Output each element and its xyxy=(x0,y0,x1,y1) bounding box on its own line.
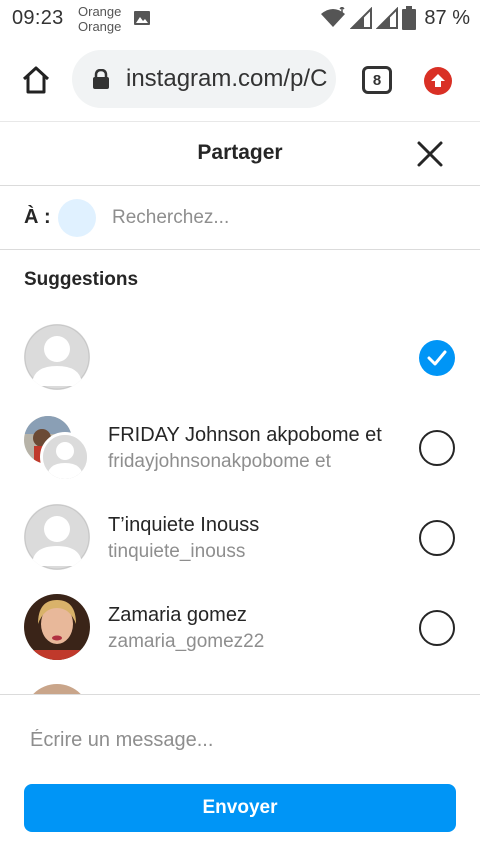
select-radio[interactable] xyxy=(419,610,455,646)
suggestion-row[interactable]: Zamaria gomez zamaria_gomez22 xyxy=(0,580,480,670)
suggestion-names: FRIDAY Johnson akpobome et fridayjohnson… xyxy=(108,422,398,475)
send-button[interactable]: Envoyer xyxy=(24,784,456,832)
suggestions-list: FRIDAY Johnson akpobome et fridayjohnson… xyxy=(0,310,480,694)
battery-level: 87 % xyxy=(424,6,470,29)
extension-button[interactable] xyxy=(424,67,452,95)
carrier-line-2: Orange xyxy=(78,19,122,34)
close-icon[interactable] xyxy=(414,138,446,170)
lock-icon xyxy=(93,69,109,89)
battery-icon xyxy=(402,6,417,30)
select-radio[interactable] xyxy=(419,520,455,556)
search-input[interactable] xyxy=(112,204,442,232)
full-name: FRIDAY Johnson akpobome et xyxy=(108,424,382,446)
checkmark-icon xyxy=(427,350,447,366)
gallery-icon xyxy=(134,11,150,25)
username: zamaria_gomez22 xyxy=(108,631,265,652)
status-right-icons: 87 % xyxy=(320,6,470,30)
suggestion-row[interactable]: FRIDAY Johnson akpobome et fridayjohnson… xyxy=(0,400,480,490)
carrier-info: Orange Orange xyxy=(78,4,121,34)
url-text: instagram.com/p/C xyxy=(126,65,328,92)
home-icon xyxy=(22,66,50,94)
to-label: À : xyxy=(24,206,51,228)
suggestions-title: Suggestions xyxy=(24,269,139,290)
photo-avatar-icon xyxy=(24,684,90,694)
wifi-icon xyxy=(321,7,346,27)
default-avatar-icon xyxy=(43,435,87,479)
status-time: 09:23 xyxy=(12,7,64,29)
status-bar: 09:23 Orange Orange 87 % xyxy=(0,0,480,38)
default-avatar-icon xyxy=(24,504,90,570)
full-name: Zamaria gomez xyxy=(108,604,247,626)
browser-toolbar: instagram.com/p/C 8 xyxy=(0,38,480,122)
username: fridayjohnsonakpobome et xyxy=(108,451,331,472)
group-avatar xyxy=(24,416,90,482)
signal-icon xyxy=(350,7,373,29)
suggestion-names: Zamaria gomez zamaria_gomez22 xyxy=(108,602,398,655)
select-radio[interactable] xyxy=(419,430,455,466)
share-sheet-header: Partager xyxy=(0,122,480,186)
sheet-title: Partager xyxy=(197,141,283,164)
suggestion-row[interactable] xyxy=(0,310,480,400)
message-input[interactable] xyxy=(30,723,450,757)
avatar xyxy=(24,684,90,694)
full-name: T’inquiete Inouss xyxy=(108,514,260,536)
tabs-button[interactable]: 8 xyxy=(362,66,392,94)
url-bar[interactable]: instagram.com/p/C xyxy=(72,50,336,108)
suggestion-names: T’inquiete Inouss tinquiete_inouss xyxy=(108,512,398,565)
tab-count: 8 xyxy=(372,71,382,89)
select-radio-checked[interactable] xyxy=(419,340,455,376)
selected-recipient-chip[interactable] xyxy=(58,199,96,237)
avatar-front xyxy=(40,432,90,482)
message-composer: Envoyer xyxy=(0,694,480,854)
avatar xyxy=(24,324,90,390)
home-button[interactable] xyxy=(18,62,54,98)
suggestion-row-partial[interactable] xyxy=(0,670,480,694)
recipient-row: À : xyxy=(0,186,480,250)
photo-avatar-icon xyxy=(24,594,90,660)
suggestion-row[interactable]: T’inquiete Inouss tinquiete_inouss xyxy=(0,490,480,580)
username: tinquiete_inouss xyxy=(108,541,246,562)
avatar xyxy=(24,504,90,570)
signal-icon-2 xyxy=(376,7,399,29)
default-avatar-icon xyxy=(24,324,90,390)
avatar xyxy=(24,594,90,660)
upload-arrow-icon xyxy=(431,74,445,87)
suggestion-names xyxy=(108,332,398,333)
carrier-line-1: Orange xyxy=(78,4,122,19)
